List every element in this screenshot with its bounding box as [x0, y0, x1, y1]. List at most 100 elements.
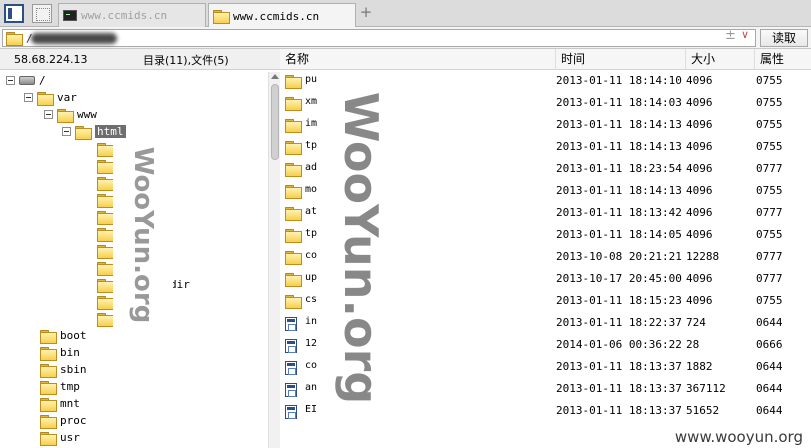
- file-size: 724: [686, 316, 706, 329]
- file-name: pu: [305, 74, 318, 85]
- folder-icon: [40, 346, 57, 361]
- tree-node-bin[interactable]: bin: [40, 344, 80, 361]
- file-permission: 0777: [756, 272, 783, 285]
- tree-node-var[interactable]: var: [24, 89, 77, 106]
- tree-node-mnt[interactable]: mnt: [40, 395, 80, 412]
- file-size: 4096: [686, 184, 713, 197]
- file-time: 2013-01-11 18:14:03: [556, 96, 682, 109]
- file-time: 2013-01-11 18:14:05: [556, 228, 682, 241]
- collapse-icon[interactable]: [24, 93, 33, 102]
- file-time: 2014-01-06 00:36:22: [556, 338, 682, 351]
- tab-file-manager[interactable]: www.ccmids.cn: [208, 3, 356, 28]
- terminal-icon: [63, 10, 77, 21]
- tree-node-usr[interactable]: usr: [40, 429, 80, 446]
- tree-node-root[interactable]: /: [6, 72, 46, 89]
- file-permission: 0777: [756, 250, 783, 263]
- file-icon: [285, 361, 297, 375]
- collapse-icon[interactable]: [62, 127, 71, 136]
- tree-node-html[interactable]: html: [62, 123, 126, 140]
- collapse-icon[interactable]: [6, 76, 15, 85]
- file-name: 12: [305, 338, 318, 349]
- file-time: 2013-01-11 18:13:37: [556, 404, 682, 417]
- tree-label: boot: [60, 329, 87, 342]
- tab-bar: www.ccmids.cn www.ccmids.cn +: [0, 0, 811, 28]
- file-time: 2013-01-11 18:14:13: [556, 118, 682, 131]
- file-size: 1882: [686, 360, 713, 373]
- redacted-path: [31, 33, 117, 44]
- file-size: 4096: [686, 206, 713, 219]
- folder-icon: [97, 244, 114, 259]
- scroll-up-icon[interactable]: [271, 74, 279, 79]
- file-time: 2013-10-17 20:45:00: [556, 272, 682, 285]
- file-name: at: [305, 206, 318, 217]
- folder-icon: [40, 431, 57, 446]
- folder-icon: [40, 380, 57, 395]
- folder-icon: [285, 75, 302, 89]
- folder-icon: [75, 125, 92, 140]
- file-permission: 0755: [756, 118, 783, 131]
- folder-icon: [97, 312, 114, 327]
- file-name: tp: [305, 228, 318, 239]
- drive-icon: [19, 76, 35, 85]
- folder-icon: [97, 159, 114, 174]
- file-permission: 0755: [756, 228, 783, 241]
- scroll-thumb[interactable]: [271, 84, 279, 160]
- folder-icon: [57, 108, 74, 123]
- file-name: im: [305, 118, 318, 129]
- file-permission: 0777: [756, 162, 783, 175]
- file-name: co: [305, 360, 318, 371]
- file-name: an: [305, 382, 318, 393]
- server-ip: 58.68.224.13: [14, 53, 88, 66]
- file-name: EI: [305, 404, 318, 415]
- column-header-time[interactable]: 时间: [555, 49, 685, 70]
- tree-node-proc[interactable]: proc: [40, 412, 87, 429]
- file-time: 2013-01-11 18:22:37: [556, 316, 682, 329]
- chevron-down-icon[interactable]: ∨: [741, 28, 749, 41]
- folder-icon: [285, 97, 302, 111]
- folder-icon: [285, 229, 302, 243]
- tree-node-www[interactable]: www: [44, 106, 97, 123]
- file-size: 4096: [686, 272, 713, 285]
- tree-node-tmp[interactable]: tmp: [40, 378, 80, 395]
- bookmark-add-icon[interactable]: ±: [725, 28, 736, 43]
- file-permission: 0755: [756, 74, 783, 87]
- file-size: 51652: [686, 404, 720, 417]
- file-name: mo: [305, 184, 318, 195]
- file-size: 12288: [686, 250, 720, 263]
- folder-icon: [40, 329, 57, 344]
- file-permission: 0644: [756, 360, 783, 373]
- tree-node-sbin[interactable]: sbin: [40, 361, 87, 378]
- panel-toggle-icon[interactable]: [4, 4, 24, 23]
- column-header-name[interactable]: 名称: [280, 49, 555, 70]
- column-header-size[interactable]: 大小: [685, 49, 754, 70]
- file-time: 2013-01-11 18:13:37: [556, 382, 682, 395]
- window-icon[interactable]: [32, 4, 52, 23]
- read-button[interactable]: 读取: [760, 29, 808, 47]
- folder-icon: [97, 295, 114, 310]
- file-name: tp: [305, 140, 318, 151]
- folder-icon: [97, 193, 114, 208]
- path-input[interactable]: /: [2, 29, 756, 47]
- file-size: 4096: [686, 74, 713, 87]
- file-name: co: [305, 250, 318, 261]
- add-tab-button[interactable]: +: [358, 5, 374, 21]
- folder-icon: [40, 397, 57, 412]
- column-header-perm[interactable]: 属性: [754, 49, 811, 70]
- collapse-icon[interactable]: [44, 110, 53, 119]
- folder-icon: [285, 295, 302, 309]
- footer-watermark: www.wooyun.org: [672, 428, 805, 446]
- tree-node-boot[interactable]: boot: [40, 327, 87, 344]
- file-time: 2013-10-08 20:21:21: [556, 250, 682, 263]
- tab-terminal[interactable]: www.ccmids.cn: [58, 3, 206, 27]
- folder-icon: [213, 10, 230, 24]
- file-size: 4096: [686, 96, 713, 109]
- tree-label: usr: [60, 431, 80, 444]
- file-permission: 0666: [756, 338, 783, 351]
- folder-icon: [97, 278, 114, 293]
- file-size: 4096: [686, 118, 713, 131]
- tree-label: tmp: [60, 380, 80, 393]
- tree-label: bin: [60, 346, 80, 359]
- file-name: cs: [305, 294, 318, 305]
- tree-scrollbar[interactable]: [268, 72, 280, 448]
- folder-icon: [97, 227, 114, 242]
